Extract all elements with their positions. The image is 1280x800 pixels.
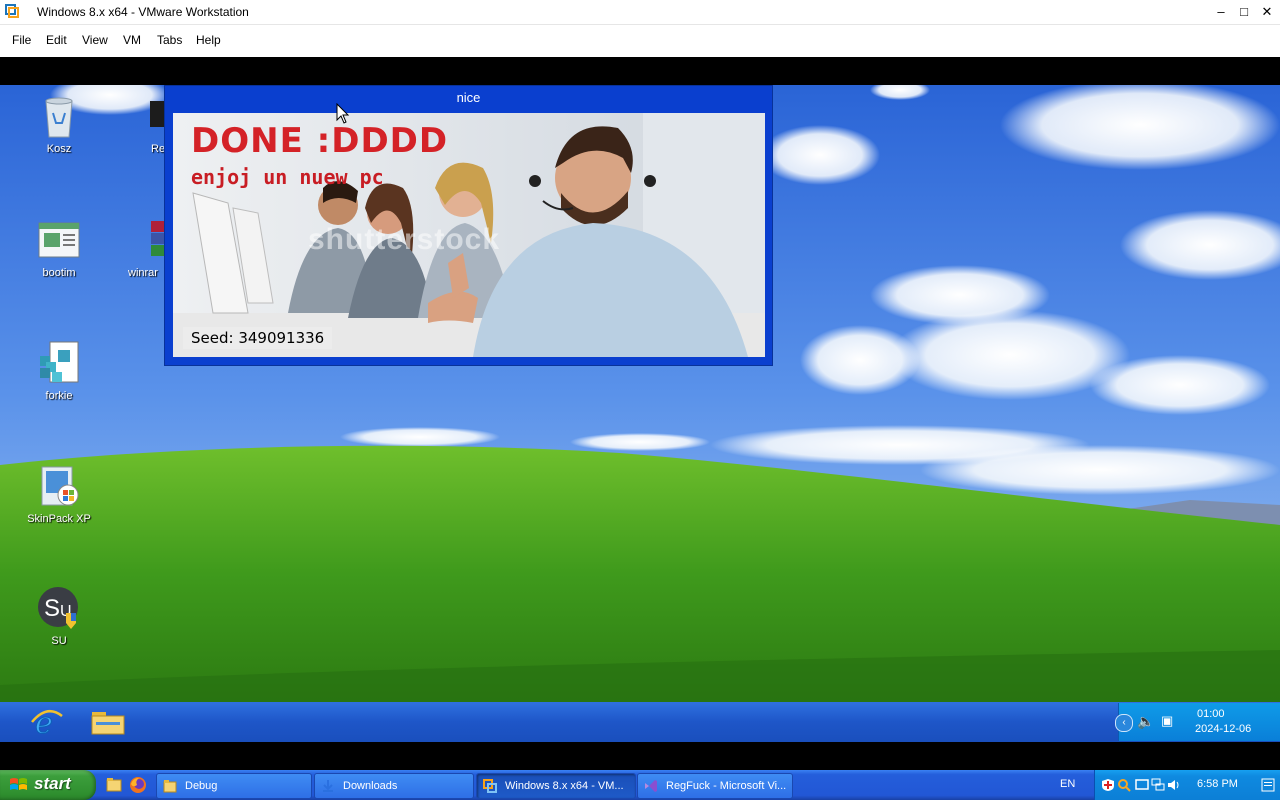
menu-vm[interactable]: VM	[123, 33, 141, 47]
desktop-icon-skinpack[interactable]: SkinPack XP	[19, 463, 99, 525]
volume-icon[interactable]: 🔈	[1137, 713, 1154, 730]
start-button[interactable]: start	[0, 770, 96, 800]
download-icon	[323, 780, 333, 792]
taskbar-button-regfuck[interactable]: RegFuck - Microsoft Vi...	[637, 773, 793, 799]
menu-edit[interactable]: Edit	[46, 33, 67, 47]
desktop-icon-winrar[interactable]: winrar	[118, 217, 168, 279]
desktop-icon-forkie[interactable]: forkie	[19, 340, 99, 402]
internet-explorer-icon[interactable]: e	[30, 706, 64, 738]
desktop-icon-re[interactable]: Re	[118, 93, 168, 155]
tray-expand-icon[interactable]: ‹	[1115, 714, 1133, 732]
host-window-title: Windows 8.x x64 - VMware Workstation	[37, 5, 249, 19]
desktop-icon-bootim[interactable]: bootim	[19, 217, 99, 279]
nice-image: shutterstock DONE :DDDD enjoj un nuew pc…	[173, 113, 765, 357]
host-menubar: File Edit View VM Tabs Help	[0, 25, 1280, 57]
desktop-icon-label: Kosz	[46, 143, 72, 155]
nice-window[interactable]: nice shutterstock DONE:DDDD enjoj un nu…	[164, 85, 773, 366]
nice-window-title: nice	[456, 90, 481, 105]
window-manager-icon[interactable]	[1135, 778, 1149, 792]
taskbar-button-vmware[interactable]: Windows 8.x x64 - VM...	[476, 773, 636, 799]
desktop-icon-label: forkie	[45, 390, 73, 402]
volume-icon[interactable]	[1167, 778, 1181, 792]
taskbar-button-debug[interactable]: Debug	[156, 773, 312, 799]
vm-letterbox-bottom	[0, 742, 1280, 770]
enjoy-subline: enjoj un nuew pc	[191, 165, 384, 189]
photo-watermark: shutterstock	[308, 223, 501, 256]
guest-clock-time[interactable]: 01:00	[1197, 708, 1225, 720]
svg-text:S: S	[44, 595, 60, 622]
menu-view[interactable]: View	[82, 33, 108, 47]
search-icon[interactable]	[1117, 778, 1131, 792]
taskbar-button-label: RegFuck - Microsoft Vi...	[666, 780, 787, 792]
desktop-icon-label: winrar	[128, 267, 158, 279]
firefox-icon[interactable]	[129, 776, 147, 794]
start-label: start	[34, 774, 71, 793]
visual-studio-icon	[645, 780, 657, 792]
host-clock[interactable]: 6:58 PM	[1197, 778, 1238, 790]
desktop-icon-su[interactable]: S U SU	[19, 585, 99, 647]
windows-flag-icon	[10, 778, 27, 790]
menu-help[interactable]: Help	[196, 33, 221, 47]
window-icon	[38, 222, 80, 258]
desktop-icon-label: SkinPack XP	[27, 513, 91, 525]
recycle-bin-icon	[45, 97, 73, 138]
host-tray: 6:58 PM	[1094, 770, 1280, 800]
registry-icon	[40, 341, 79, 383]
taskbar-button-label: Windows 8.x x64 - VM...	[505, 780, 624, 792]
close-button[interactable]: ✕	[1254, 0, 1280, 24]
folder-icon	[163, 780, 177, 793]
desktop-icon-label: SU	[51, 635, 67, 647]
explorer-quicklaunch-icon[interactable]	[106, 777, 122, 793]
guest-clock-date[interactable]: 2024-12-06	[1195, 723, 1251, 735]
vmware-icon	[5, 4, 19, 18]
guest-tray: ‹ 🔈 ▣ 01:00 2024-12-06	[1115, 703, 1280, 741]
taskbar-button-label: Debug	[185, 780, 218, 792]
action-center-icon[interactable]	[1261, 778, 1275, 792]
language-indicator[interactable]: EN	[1060, 778, 1075, 790]
host-titlebar: Windows 8.x x64 - VMware Workstation – □…	[0, 0, 1280, 25]
network-icon[interactable]: ▣	[1161, 713, 1173, 729]
menu-file[interactable]: File	[12, 33, 31, 47]
guest-taskbar: e	[0, 702, 1280, 742]
vmware-icon	[483, 779, 497, 793]
file-explorer-icon[interactable]	[90, 708, 126, 736]
vm-letterbox-top	[0, 57, 1280, 85]
seed-label: Seed: 349091336	[183, 327, 333, 349]
su-icon: S U	[38, 587, 78, 629]
done-headline: DONE :DDDD	[191, 121, 449, 161]
security-shield-icon[interactable]	[1101, 778, 1115, 792]
desktop-icon-label: Re	[151, 143, 166, 155]
taskbar-button-label: Downloads	[343, 780, 398, 792]
skinpack-icon	[41, 466, 79, 506]
taskbar-button-downloads[interactable]: Downloads	[314, 773, 474, 799]
desktop-icon-kosz[interactable]: Kosz	[19, 93, 99, 155]
network-icon[interactable]	[1151, 778, 1165, 792]
mouse-cursor-icon	[336, 103, 350, 124]
desktop-icon-label: bootim	[42, 267, 76, 279]
menu-tabs[interactable]: Tabs	[157, 33, 182, 47]
